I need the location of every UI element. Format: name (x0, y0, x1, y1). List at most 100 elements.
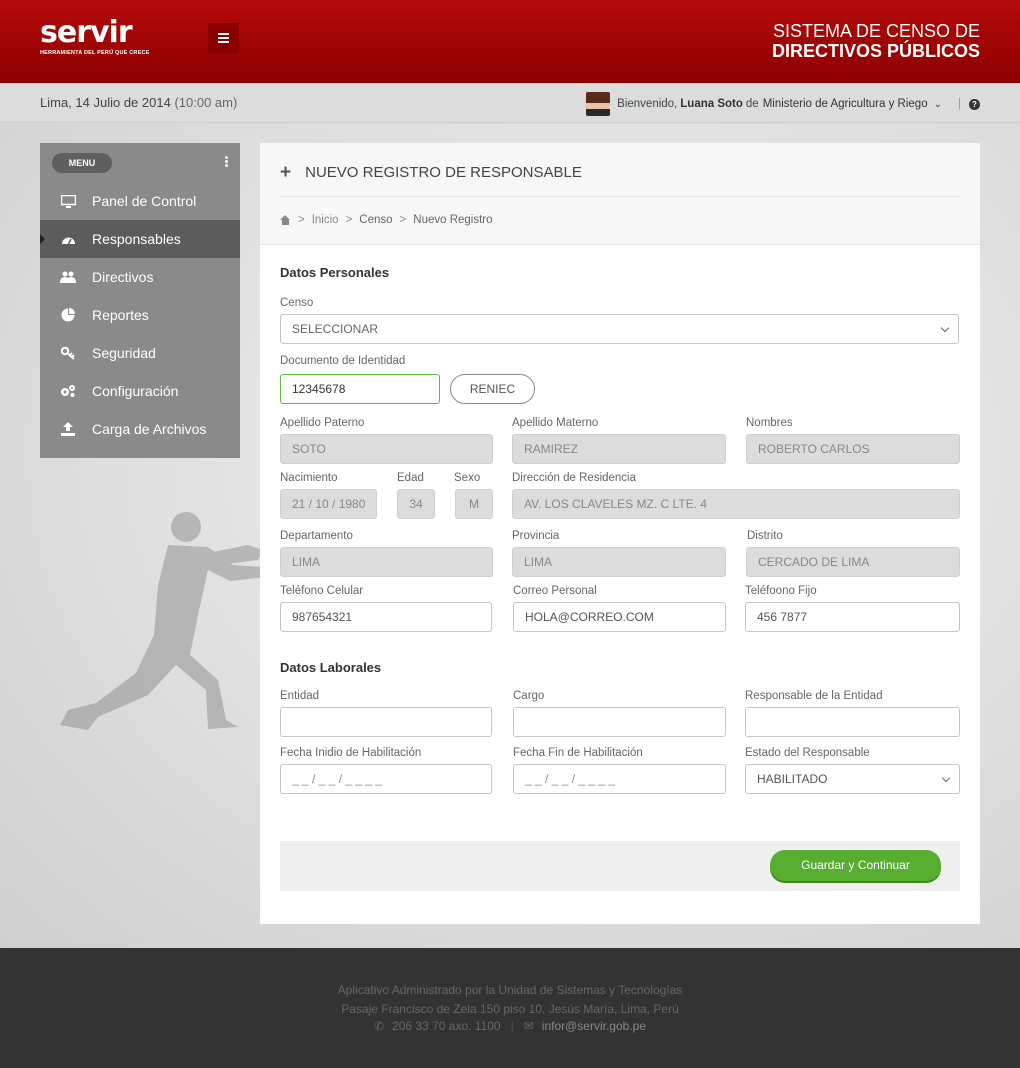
nombres-label: Nombres (746, 417, 793, 429)
user-name: Luana Soto (680, 98, 743, 110)
entidad-input[interactable] (280, 707, 492, 737)
breadcrumb-nuevo-registro: Nuevo Registro (413, 214, 493, 226)
servir-logo[interactable]: servir HERRAMIENTA DEL PERÚ QUE CRECE (40, 18, 150, 57)
censo-select-value: SELECCIONAR (292, 322, 379, 336)
censo-select[interactable]: SELECCIONAR (280, 314, 959, 344)
correo-input[interactable]: HOLA@CORREO.COM (513, 602, 726, 632)
pie-chart-icon (60, 307, 76, 323)
departamento-value: LIMA (292, 555, 321, 569)
save-continue-button[interactable]: Guardar y Continuar (770, 850, 941, 881)
sidebar-item-reportes[interactable]: Reportes (40, 296, 240, 334)
distrito-label: Distrito (747, 530, 783, 542)
entidad-label: Entidad (280, 690, 320, 702)
sidebar: MENU Panel de Control Responsables Direc… (40, 143, 240, 458)
time-text: (10:00 am) (174, 95, 238, 110)
dashboard-icon (60, 231, 76, 247)
departamento-field: LIMA (280, 547, 493, 577)
distrito-value: CERCADO DE LIMA (758, 555, 870, 569)
plus-icon: + (280, 162, 292, 183)
home-icon[interactable] (280, 215, 291, 225)
divider: | (510, 1019, 514, 1033)
footer-line2: Pasaje Francisco de Zela 150 piso 10, Je… (341, 1002, 679, 1016)
breadcrumb: > Inicio > Censo > Nuevo Registro (280, 214, 493, 226)
info-bar: Lima, 14 Julio de 2014 (10:00 am) Bienve… (0, 83, 1020, 123)
entity-dropdown[interactable]: Ministerio de Agricultura y Riego (763, 98, 928, 110)
section-title-datos-personales: Datos Personales (280, 265, 390, 280)
sidebar-item-label: Carga de Archivos (92, 421, 207, 437)
system-title-line2: DIRECTIVOS PÚBLICOS (771, 41, 980, 61)
users-icon (60, 269, 76, 285)
footer-contact: ✆ 206 33 70 axo. 1100 | ✉ infor@servir.g… (0, 1019, 1020, 1033)
hamburger-menu-button[interactable] (208, 23, 239, 53)
documento-label: Documento de Identidad (280, 355, 406, 367)
sidebar-item-configuracion[interactable]: Configuración (40, 372, 240, 410)
estado-select[interactable]: HABILITADO (745, 764, 960, 794)
chevron-down-icon (941, 773, 951, 783)
edad-label: Edad (397, 472, 424, 484)
chevron-down-icon[interactable]: ⌄ (934, 99, 942, 110)
key-icon (60, 345, 76, 361)
nombres-value: ROBERTO CARLOS (758, 442, 870, 456)
breadcrumb-separator: > (399, 214, 407, 226)
documento-input[interactable]: 12345678 (280, 374, 440, 404)
sidebar-nav: Panel de Control Responsables Directivos… (40, 182, 240, 448)
telefono-fijo-input[interactable]: 456 7877 (745, 602, 960, 632)
estado-label: Estado del Responsable (745, 747, 870, 759)
provincia-field: LIMA (512, 547, 726, 577)
nacimiento-label: Nacimiento (280, 472, 338, 484)
sidebar-item-directivos[interactable]: Directivos (40, 258, 240, 296)
celular-label: Teléfono Celular (280, 585, 364, 597)
welcome-text: Bienvenido, (617, 98, 678, 110)
help-icon[interactable]: ? (969, 98, 980, 110)
sidebar-item-label: Panel de Control (92, 193, 197, 209)
direccion-value: AV. LOS CLAVELES MZ. C LTE. 4 (524, 497, 707, 511)
provincia-label: Provincia (512, 530, 560, 542)
direccion-field: AV. LOS CLAVELES MZ. C LTE. 4 (512, 489, 960, 519)
envelope-icon: ✉ (523, 1019, 534, 1033)
sidebar-item-label: Configuración (92, 383, 179, 399)
logo-tagline: HERRAMIENTA DEL PERÚ QUE CRECE (40, 50, 150, 56)
section-title-datos-laborales: Datos Laborales (280, 660, 382, 675)
fecha-fin-input[interactable]: _ _ / _ _ / _ _ _ _ (513, 764, 726, 794)
footer-email-link[interactable]: infor@servir.gob.pe (542, 1019, 646, 1033)
sidebar-item-panel-de-control[interactable]: Panel de Control (40, 182, 240, 220)
responsable-entidad-label: Responsable de la Entidad (745, 690, 883, 702)
reniec-button[interactable]: RENIEC (450, 374, 535, 404)
breadcrumb-separator: > (298, 214, 305, 226)
estado-select-value: HABILITADO (757, 772, 828, 786)
responsable-entidad-input[interactable] (745, 707, 960, 737)
breadcrumb-separator: > (345, 214, 353, 226)
hamburger-icon (218, 37, 229, 39)
sidebar-item-label: Directivos (92, 269, 154, 285)
sidebar-item-seguridad[interactable]: Seguridad (40, 334, 240, 372)
divider: | (958, 98, 961, 110)
phone-icon: ✆ (373, 1019, 385, 1033)
celular-input[interactable]: 987654321 (280, 602, 492, 632)
page-title: + NUEVO REGISTRO DE RESPONSABLE (280, 162, 582, 183)
apellido-paterno-value: SOTO (292, 442, 326, 456)
de-text: de (745, 98, 759, 110)
sidebar-item-label: Reportes (92, 307, 149, 323)
telefono-fijo-value: 456 7877 (757, 610, 808, 624)
fecha-inicio-placeholder: _ _ / _ _ / _ _ _ _ (292, 772, 383, 786)
more-options-icon[interactable] (225, 156, 228, 159)
top-header: servir HERRAMIENTA DEL PERÚ QUE CRECE SI… (0, 0, 1020, 83)
footer: Aplicativo Administrado por la Unidad de… (0, 948, 1020, 1068)
form-actions-bar: Guardar y Continuar (280, 841, 960, 891)
chevron-down-icon (940, 323, 950, 333)
nombres-field: ROBERTO CARLOS (746, 434, 960, 464)
documento-value: 12345678 (292, 382, 346, 396)
breadcrumb-inicio[interactable]: Inicio (312, 214, 339, 226)
sidebar-item-responsables[interactable]: Responsables (40, 220, 240, 258)
apellido-materno-field: RAMIREZ (512, 434, 726, 464)
divider (280, 196, 960, 197)
edad-value: 34 (409, 497, 423, 511)
sidebar-item-label: Responsables (92, 231, 181, 247)
sexo-value: M (469, 497, 479, 511)
fecha-inicio-input[interactable]: _ _ / _ _ / _ _ _ _ (280, 764, 492, 794)
breadcrumb-censo[interactable]: Censo (359, 214, 392, 226)
celular-value: 987654321 (292, 610, 353, 624)
distrito-field: CERCADO DE LIMA (746, 547, 960, 577)
sidebar-item-carga-de-archivos[interactable]: Carga de Archivos (40, 410, 240, 448)
cargo-input[interactable] (513, 707, 726, 737)
